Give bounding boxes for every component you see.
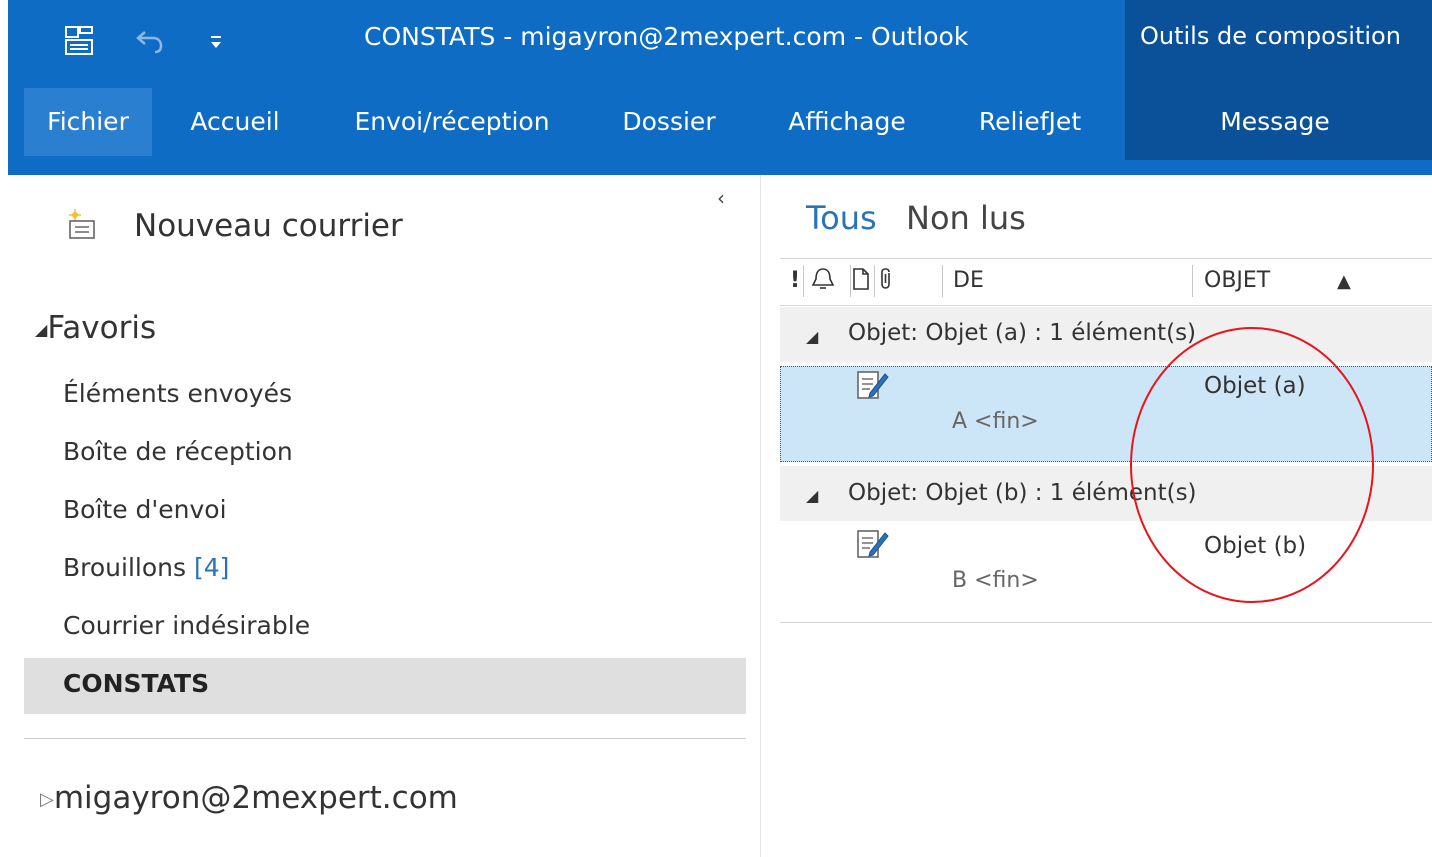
folder-inbox[interactable]: Boîte de réception (63, 437, 293, 466)
tab-dossier[interactable]: Dossier (610, 88, 728, 156)
send-receive-all-icon[interactable] (63, 24, 97, 62)
folder-outbox[interactable]: Boîte d'envoi (63, 495, 227, 524)
list-divider (780, 622, 1432, 623)
tab-envoi-reception[interactable]: Envoi/réception (340, 88, 564, 156)
favorites-label: Favoris (47, 310, 157, 346)
sort-ascending-icon[interactable]: ▲ (1337, 271, 1351, 292)
folder-constats[interactable]: CONSTATS (63, 669, 209, 698)
group-label: Objet: Objet (a) : 1 élément(s) (848, 320, 1197, 346)
tab-reliefjet[interactable]: ReliefJet (964, 88, 1096, 156)
message-preview: A <fin> (952, 409, 1039, 434)
pane-divider (24, 738, 746, 739)
folder-junk[interactable]: Courrier indésirable (63, 611, 310, 640)
subject-column-header[interactable]: OBJET (1204, 268, 1270, 293)
account-header[interactable]: ▷migayron@2mexpert.com (40, 780, 458, 816)
importance-column-header[interactable]: ! (790, 268, 800, 293)
tab-message[interactable]: Message (1150, 88, 1400, 156)
column-separator[interactable] (1192, 265, 1193, 297)
window-title: CONSTATS - migayron@2mexpert.com - Outlo… (364, 22, 969, 51)
account-label: migayron@2mexpert.com (53, 780, 458, 816)
group-collapse-icon[interactable]: ◢ (806, 327, 818, 346)
draft-icon (855, 528, 891, 562)
favorites-toggle-icon[interactable]: ◢ (35, 320, 47, 339)
column-separator[interactable] (942, 265, 943, 297)
window-frame (0, 0, 8, 857)
item-type-icon[interactable] (850, 266, 872, 296)
tab-accueil[interactable]: Accueil (172, 88, 298, 156)
folder-drafts-count: [4] (193, 553, 230, 582)
new-mail-icon[interactable] (67, 209, 95, 239)
folder-drafts-label: Brouillons (63, 553, 187, 582)
account-toggle-icon[interactable]: ▷ (40, 789, 54, 810)
undo-icon[interactable] (135, 28, 165, 58)
column-separator[interactable] (803, 265, 804, 297)
folder-sent-items[interactable]: Éléments envoyés (63, 379, 292, 408)
draft-icon (855, 369, 891, 403)
filter-unread[interactable]: Non lus (906, 199, 1026, 237)
reminder-icon[interactable] (808, 266, 838, 296)
favorites-header[interactable]: ◢Favoris (35, 310, 156, 346)
pane-splitter[interactable] (760, 175, 761, 857)
tab-affichage[interactable]: Affichage (772, 88, 922, 156)
group-collapse-icon[interactable]: ◢ (806, 486, 818, 505)
folder-drafts[interactable]: Brouillons [4] (63, 553, 229, 582)
annotation-circle (1130, 327, 1374, 603)
filter-all[interactable]: Tous (806, 199, 877, 237)
tab-fichier[interactable]: Fichier (24, 88, 152, 156)
customize-qat-icon[interactable] (208, 30, 224, 56)
from-column-header[interactable]: DE (953, 268, 984, 293)
column-separator[interactable] (874, 265, 875, 297)
collapse-folder-pane-icon[interactable]: ‹ (717, 186, 725, 210)
contextual-group-title: Outils de composition (1140, 22, 1401, 50)
message-preview: B <fin> (952, 568, 1039, 593)
new-mail-button[interactable]: Nouveau courrier (134, 208, 403, 244)
attachment-icon[interactable] (876, 266, 896, 296)
